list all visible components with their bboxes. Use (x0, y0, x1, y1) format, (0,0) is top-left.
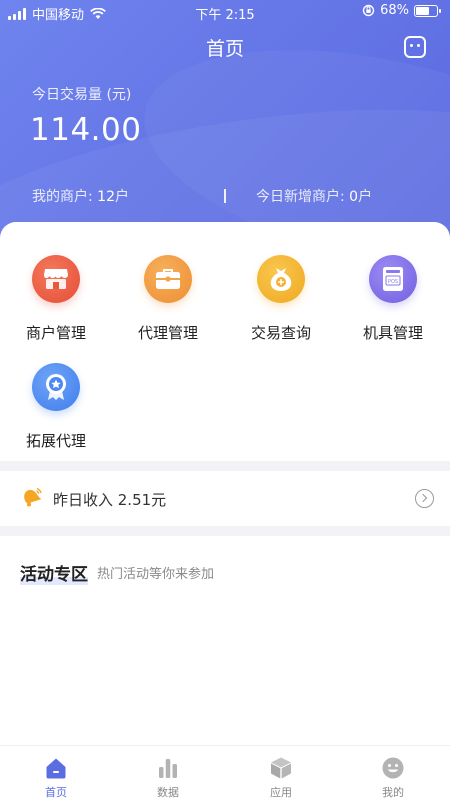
status-bar: 中国移动 下午 2:15 68% (0, 0, 450, 24)
status-right: 68% (362, 3, 441, 18)
chat-bubble-icon[interactable] (404, 36, 426, 58)
tab-label: 数据 (157, 786, 179, 799)
tab-apps[interactable]: 应用 (225, 746, 337, 800)
menu-item-label: 机具管理 (362, 324, 423, 342)
trade-volume-label: 今日交易量 (元) (32, 87, 132, 103)
new-merchants-stat[interactable]: 今日新增商户: 0户 (256, 186, 372, 206)
menu-item-agent-management[interactable]: 代理管理 (112, 222, 224, 342)
yesterday-income-text: 昨日收入 2.51元 (53, 491, 167, 509)
menu-item-label: 交易查询 (250, 324, 311, 342)
battery-percent: 68% (380, 3, 409, 18)
tab-label: 首页 (45, 786, 67, 799)
menu-item-label: 拓展代理 (25, 432, 86, 450)
my-merchants-value: 12 (97, 189, 115, 205)
cube-icon (271, 757, 291, 779)
yesterday-income-row[interactable]: 昨日收入 2.51元 (0, 472, 450, 524)
menu-card: 商户管理 代理管理 交易查询 POS 机具管理 拓展代理 (0, 222, 450, 460)
trade-volume-value: 114.00 (30, 112, 142, 148)
briefcase-icon (144, 255, 192, 303)
new-merchants-unit: 户 (358, 189, 373, 205)
bar-chart-icon (159, 759, 177, 778)
navbar: 首页 (0, 28, 450, 64)
new-merchants-value: 0 (349, 189, 359, 205)
smiley-icon (382, 757, 404, 779)
tab-data[interactable]: 数据 (112, 746, 224, 800)
activity-title-text: 活动专区 (20, 565, 88, 585)
menu-item-merchant-management[interactable]: 商户管理 (0, 222, 112, 342)
tab-label: 应用 (270, 786, 292, 799)
stat-divider (224, 189, 226, 203)
new-merchants-label: 今日新增商户: (256, 189, 350, 205)
bottom-tab-bar: 首页 数据 应用 我的 (0, 745, 450, 800)
my-merchants-label: 我的商户: (32, 189, 98, 205)
tab-mine[interactable]: 我的 (337, 746, 449, 800)
activity-section-title: 活动专区 (20, 560, 88, 585)
store-icon (32, 255, 80, 303)
money-bag-icon (257, 255, 305, 303)
tab-home[interactable]: 首页 (0, 746, 112, 800)
activity-section-subtitle: 热门活动等你来参加 (97, 567, 215, 582)
svg-text:POS: POS (388, 279, 398, 285)
pos-terminal-icon: POS (369, 255, 417, 303)
menu-item-expand-agents[interactable]: 拓展代理 (0, 330, 112, 450)
menu-item-transaction-query[interactable]: 交易查询 (225, 222, 337, 342)
my-merchants-stat[interactable]: 我的商户: 12户 (32, 186, 129, 206)
tab-label: 我的 (382, 786, 404, 799)
section-divider (0, 461, 450, 471)
my-merchants-unit: 户 (115, 189, 129, 205)
rotation-lock-icon (362, 4, 375, 17)
chevron-right-icon[interactable] (415, 489, 434, 508)
badge-star-icon (32, 363, 80, 411)
section-divider (0, 526, 450, 536)
page-title: 首页 (205, 38, 244, 60)
battery-icon (414, 4, 441, 17)
bell-icon (24, 487, 42, 507)
home-icon (46, 758, 66, 779)
header-banner: 中国移动 下午 2:15 68% 首页 今日交易量 (元) 114.00 我的商… (0, 0, 450, 260)
menu-item-label: 代理管理 (137, 324, 198, 342)
menu-item-device-management[interactable]: POS 机具管理 (337, 222, 449, 342)
